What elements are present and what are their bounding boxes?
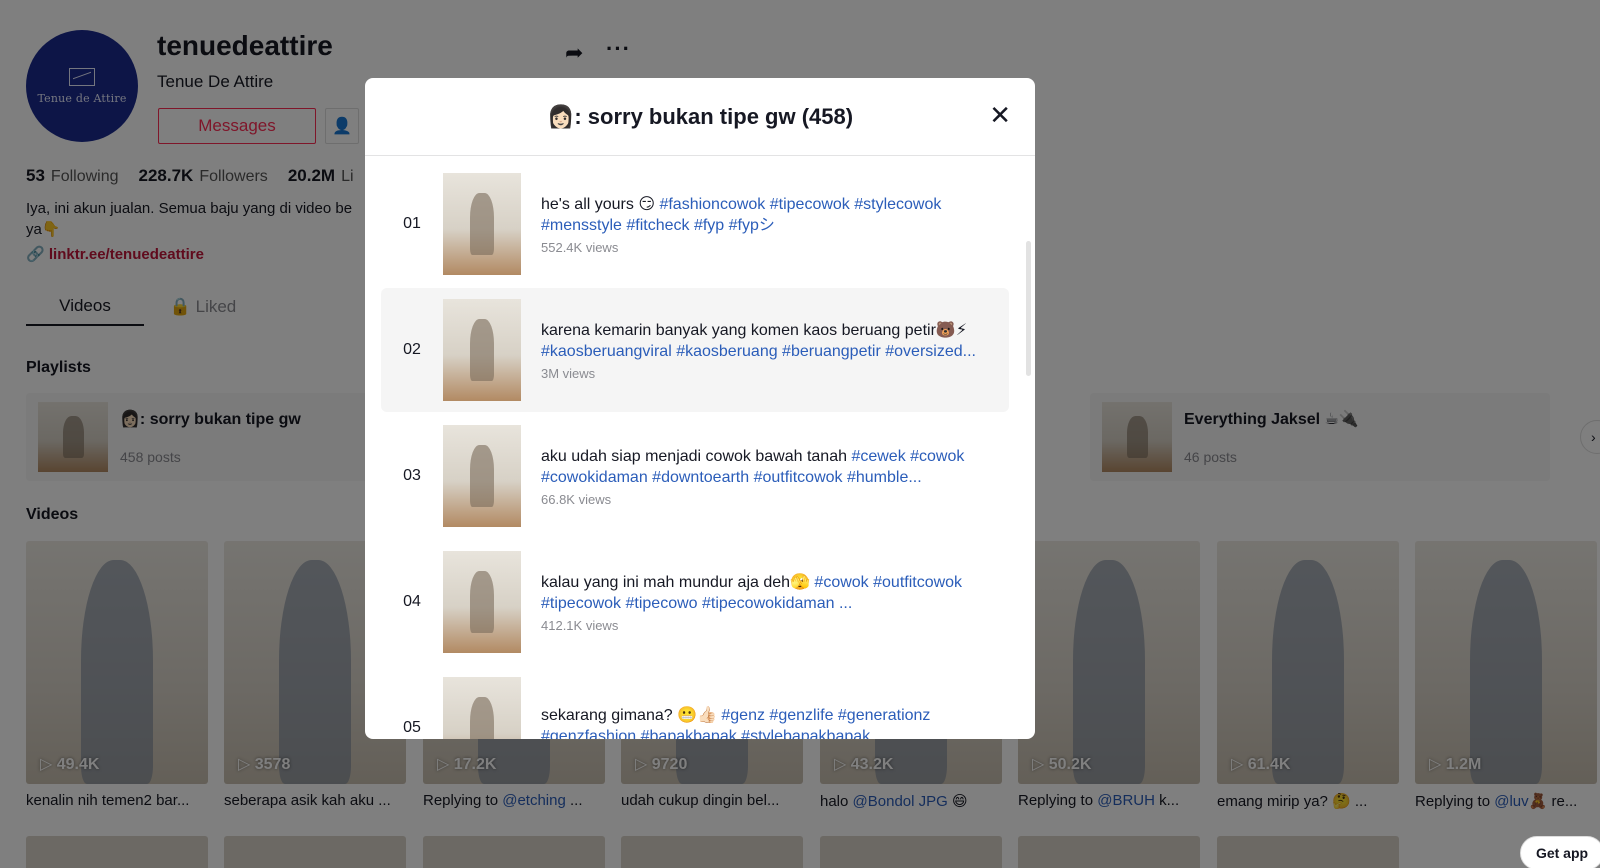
modal-title: 👩🏻: sorry bukan tipe gw (458) bbox=[546, 103, 854, 129]
item-thumbnail bbox=[443, 551, 521, 653]
list-item[interactable]: 03 aku udah siap menjadi cowok bawah tan… bbox=[381, 414, 1009, 538]
item-thumbnail bbox=[443, 299, 521, 401]
item-views: 3M views bbox=[541, 365, 596, 381]
hashtag-links[interactable]: #kaosberuangviral #kaosberuang #beruangp… bbox=[541, 343, 976, 360]
playlist-modal: 👩🏻: sorry bukan tipe gw (458) ✕ 01 he's … bbox=[365, 78, 1035, 739]
playlist-video-list[interactable]: 01 he's all yours 😏 #fashioncowok #tipec… bbox=[365, 157, 1035, 739]
item-description: kalau yang ini mah mundur aja deh🫣 #cowo… bbox=[541, 573, 963, 612]
item-number: 03 bbox=[403, 467, 421, 484]
item-description: aku udah siap menjadi cowok bawah tanah … bbox=[541, 447, 965, 486]
item-thumbnail bbox=[443, 677, 521, 739]
item-views: 552.4K views bbox=[541, 239, 619, 255]
item-number: 02 bbox=[403, 341, 421, 358]
item-number: 04 bbox=[403, 593, 421, 610]
item-description: sekarang gimana? 😬👍🏻 #genz #genzlife #ge… bbox=[541, 705, 1001, 739]
item-number: 01 bbox=[403, 215, 421, 232]
close-icon[interactable]: ✕ bbox=[989, 102, 1011, 128]
item-description: he's all yours 😏 #fashioncowok #tipecowo… bbox=[541, 195, 942, 234]
modal-header: 👩🏻: sorry bukan tipe gw (458) ✕ bbox=[365, 78, 1035, 156]
list-item[interactable]: 04 kalau yang ini mah mundur aja deh🫣 #c… bbox=[381, 540, 1009, 664]
item-number: 05 bbox=[403, 719, 421, 736]
list-item[interactable]: 05 sekarang gimana? 😬👍🏻 #genz #genzlife … bbox=[381, 666, 1009, 739]
item-thumbnail bbox=[443, 425, 521, 527]
list-item[interactable]: 02 karena kemarin banyak yang komen kaos… bbox=[381, 288, 1009, 412]
item-views: 66.8K views bbox=[541, 491, 612, 507]
modal-scrollbar[interactable] bbox=[1026, 241, 1031, 376]
item-description: karena kemarin banyak yang komen kaos be… bbox=[541, 321, 976, 360]
get-app-button[interactable]: Get app bbox=[1520, 836, 1600, 868]
item-views: 412.1K views bbox=[541, 617, 619, 633]
item-thumbnail bbox=[443, 173, 521, 275]
list-item[interactable]: 01 he's all yours 😏 #fashioncowok #tipec… bbox=[381, 162, 1009, 286]
